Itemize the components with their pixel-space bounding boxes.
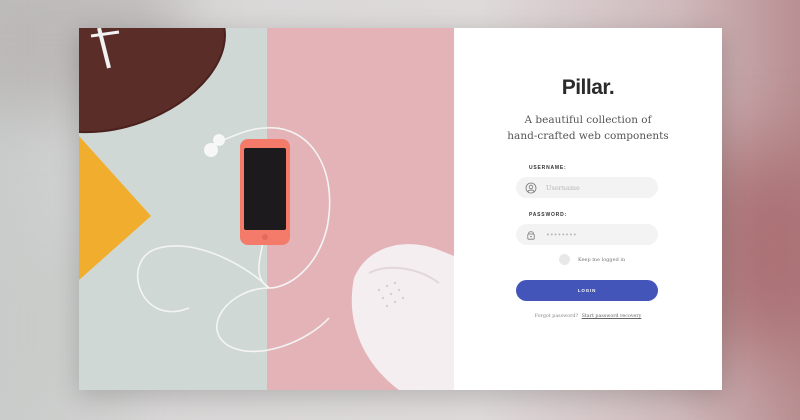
- tagline-line-1: A beautiful collection of: [524, 114, 652, 126]
- hero-illustration: [79, 28, 454, 390]
- earbud-right: [213, 134, 225, 146]
- remember-label: Keep me logged in: [578, 256, 626, 263]
- password-label: PASSWORD:: [529, 212, 567, 218]
- password-placeholder: ••••••••: [546, 230, 577, 239]
- tagline-line-2: hand-crafted web components: [507, 130, 669, 142]
- brand-tagline: A beautiful collection of hand-crafted w…: [474, 112, 702, 144]
- login-panel: Pillar. A beautiful collection of hand-c…: [454, 28, 722, 390]
- login-button[interactable]: LOGIN: [516, 280, 658, 301]
- phone-illustration: [240, 139, 290, 245]
- username-placeholder: Username: [546, 183, 580, 192]
- username-label: USERNAME:: [529, 165, 567, 171]
- password-field[interactable]: ••••••••: [516, 224, 658, 245]
- forgot-text: Forgot password?: [534, 314, 579, 319]
- username-field[interactable]: Username: [516, 177, 658, 198]
- remember-checkbox[interactable]: [559, 254, 570, 265]
- recovery-link[interactable]: Start password recovery: [582, 314, 642, 319]
- user-circle-icon: [525, 182, 537, 194]
- hero-photo: [79, 28, 454, 390]
- lock-icon: [525, 229, 537, 241]
- brand-logo: Pillar.: [561, 76, 615, 99]
- remember-me: Keep me logged in: [559, 254, 625, 265]
- forgot-password: Forgot password? Start password recovery: [454, 314, 722, 319]
- login-card: Pillar. A beautiful collection of hand-c…: [79, 28, 722, 390]
